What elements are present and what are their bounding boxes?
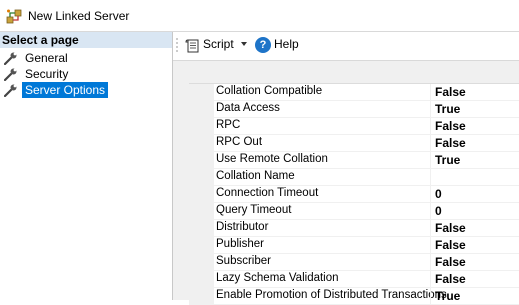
property-value[interactable]: 0: [435, 187, 442, 201]
property-value[interactable]: False: [435, 255, 466, 269]
property-row[interactable]: Distributor False: [189, 220, 519, 237]
property-value[interactable]: True: [435, 102, 460, 116]
property-row[interactable]: Publisher False: [189, 237, 519, 254]
property-name: Publisher: [216, 238, 264, 250]
property-name: Enable Promotion of Distributed Transact…: [216, 289, 447, 301]
property-name: RPC Out: [216, 136, 263, 148]
script-button-label: Script: [203, 37, 234, 51]
property-value[interactable]: 0: [435, 204, 442, 218]
page-selector-panel: Select a page General Security Server Op…: [0, 32, 173, 300]
column-divider: [430, 237, 431, 253]
property-name: Use Remote Collation: [216, 153, 328, 165]
script-dropdown-arrow-icon[interactable]: [241, 42, 247, 46]
property-row[interactable]: RPC Out False: [189, 135, 519, 152]
column-divider: [430, 152, 431, 168]
property-value[interactable]: False: [435, 136, 466, 150]
toolbar: Script ? Help: [173, 32, 519, 61]
property-value[interactable]: False: [435, 238, 466, 252]
property-row[interactable]: Connection Timeout 0: [189, 186, 519, 203]
property-name: Distributor: [216, 221, 269, 233]
property-row[interactable]: Collation Compatible False: [189, 84, 519, 101]
property-row[interactable]: Use Remote Collation True: [189, 152, 519, 169]
window-title: New Linked Server: [28, 9, 130, 23]
page-selector-header: Select a page: [0, 32, 172, 48]
property-value[interactable]: False: [435, 85, 466, 99]
server-options-panel: Collation Compatible False Data Access True…: [173, 61, 519, 305]
wrench-icon: [4, 68, 17, 81]
column-divider: [430, 220, 431, 236]
column-divider: [430, 186, 431, 202]
column-divider: [430, 135, 431, 151]
property-value[interactable]: False: [435, 221, 466, 235]
script-icon: [185, 39, 199, 53]
toolbar-grip[interactable]: [176, 37, 178, 53]
property-row[interactable]: Query Timeout 0: [189, 203, 519, 220]
property-name: Connection Timeout: [216, 187, 319, 199]
column-divider: [430, 118, 431, 134]
wrench-icon: [4, 84, 17, 97]
property-row[interactable]: Enable Promotion of Distributed Transact…: [189, 288, 519, 305]
property-value[interactable]: True: [435, 153, 460, 167]
title-bar: New Linked Server: [0, 0, 519, 32]
sidebar-item-label: Security: [25, 67, 69, 81]
sidebar-item-label: General: [25, 51, 68, 65]
property-name: Collation Compatible: [216, 85, 323, 97]
property-row[interactable]: Subscriber False: [189, 254, 519, 271]
linked-server-icon: [6, 9, 22, 24]
property-name: Data Access: [216, 102, 280, 114]
help-icon: ?: [255, 37, 271, 53]
help-button-label: Help: [274, 37, 299, 51]
property-name: Collation Name: [216, 170, 295, 182]
property-row[interactable]: Data Access True: [189, 101, 519, 118]
column-divider: [430, 84, 431, 100]
sidebar-item-security[interactable]: Security: [2, 66, 170, 82]
column-divider: [430, 288, 431, 304]
property-row[interactable]: RPC False: [189, 118, 519, 135]
column-divider: [430, 203, 431, 219]
wrench-icon: [4, 52, 17, 65]
property-value[interactable]: False: [435, 119, 466, 133]
property-name: Lazy Schema Validation: [216, 272, 339, 284]
property-name: RPC: [216, 119, 241, 131]
property-row[interactable]: Collation Name: [189, 169, 519, 186]
sidebar-item-general[interactable]: General: [2, 50, 170, 66]
page-selector-header-label: Select a page: [2, 33, 79, 47]
property-value[interactable]: True: [435, 289, 460, 303]
property-grid: Collation Compatible False Data Access True…: [189, 83, 519, 305]
sidebar-item-server-options[interactable]: Server Options: [2, 82, 170, 98]
property-name: Query Timeout: [216, 204, 292, 216]
property-value[interactable]: False: [435, 272, 466, 286]
property-row[interactable]: Lazy Schema Validation False: [189, 271, 519, 288]
column-divider: [430, 254, 431, 270]
column-divider: [430, 101, 431, 117]
column-divider: [430, 271, 431, 287]
property-name: Subscriber: [216, 255, 271, 267]
column-divider: [430, 169, 431, 185]
sidebar-item-label: Server Options: [22, 82, 109, 98]
